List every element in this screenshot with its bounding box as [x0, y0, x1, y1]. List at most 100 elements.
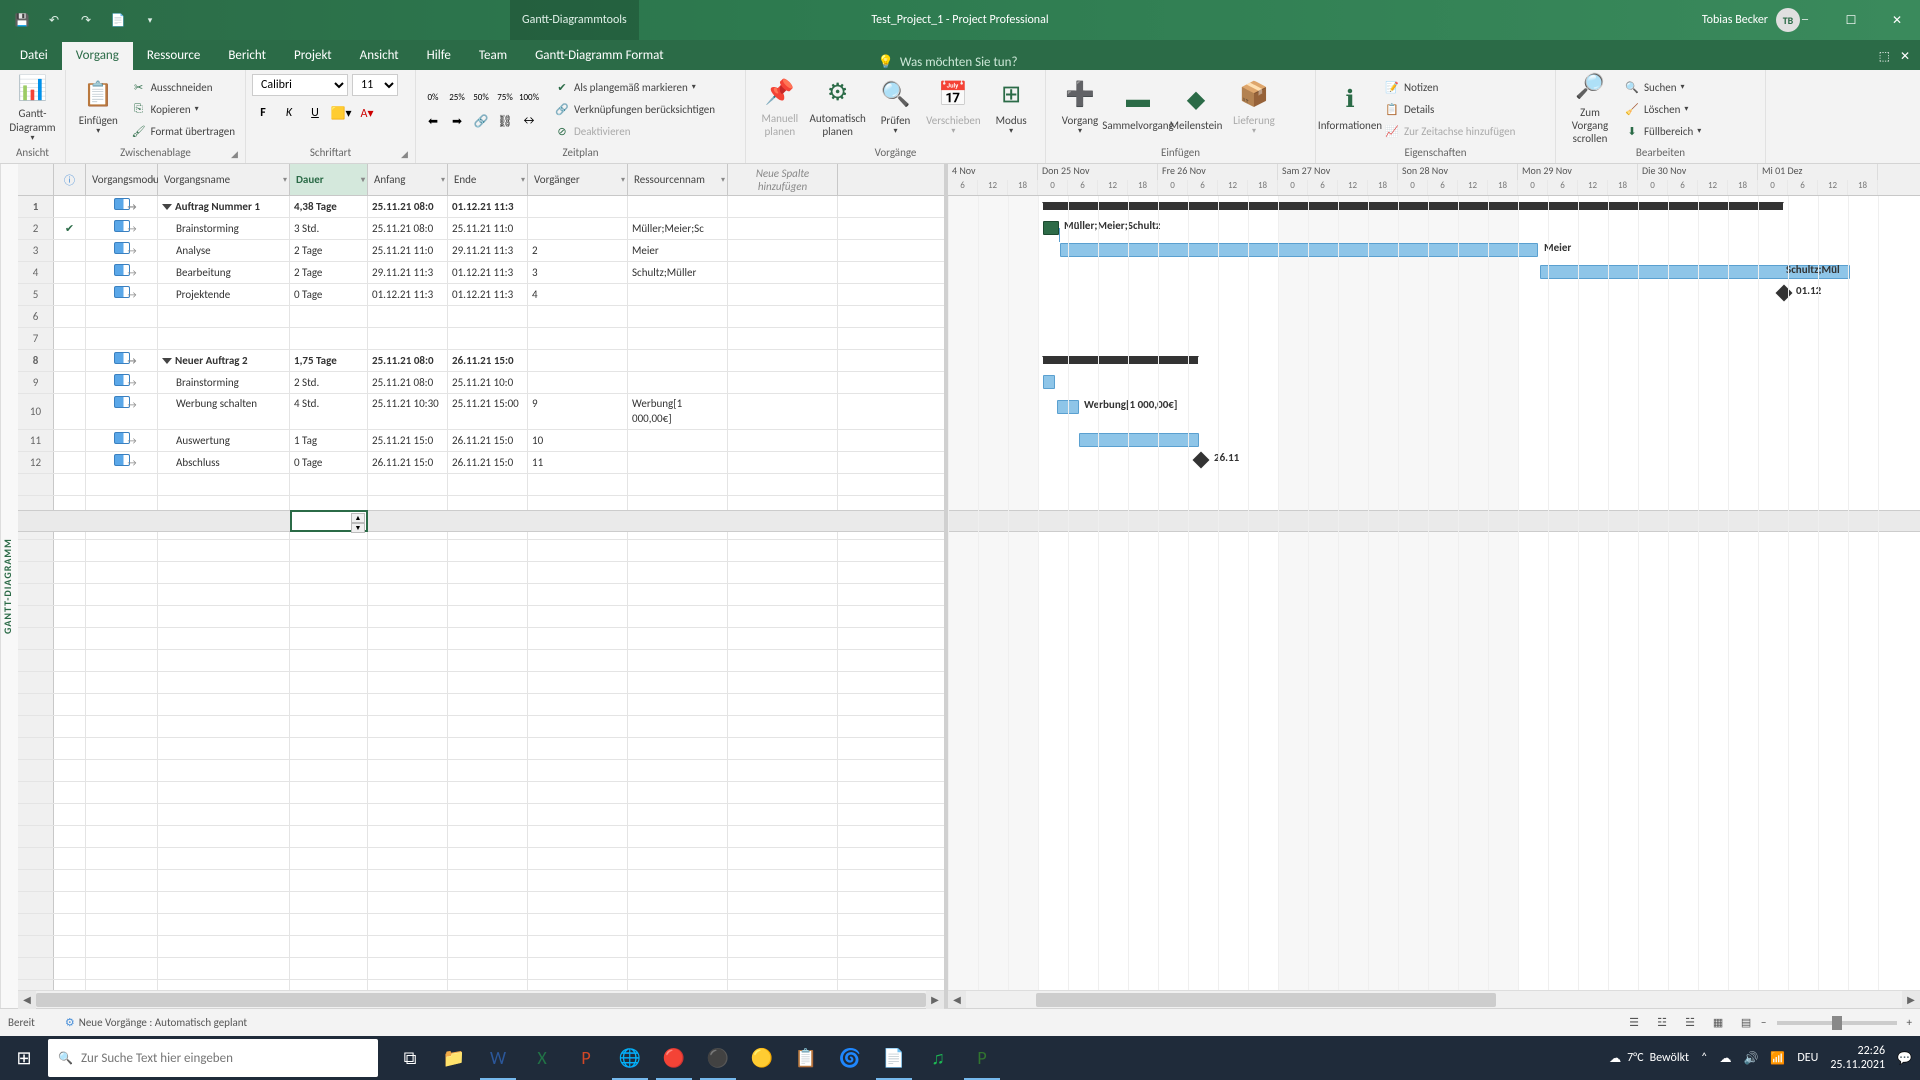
chevron-down-icon[interactable]: ▾ — [361, 175, 365, 185]
zoom-out-icon[interactable]: − — [1761, 1016, 1766, 1029]
gantt-milestone[interactable] — [1776, 285, 1793, 302]
notepad-icon[interactable]: 📄 — [872, 1036, 916, 1080]
gantt-milestone[interactable] — [1193, 452, 1210, 469]
view-sheet-icon[interactable]: ▦ — [1705, 1012, 1731, 1034]
table-row[interactable] — [18, 562, 944, 584]
name-column-header[interactable]: Vorgangsname▾ — [158, 164, 290, 195]
copy-button[interactable]: ⎘Kopieren▾ — [127, 99, 239, 119]
selected-cell[interactable]: ▲ ▼ — [290, 510, 368, 532]
doc-icon[interactable]: 📄 — [106, 8, 130, 32]
find-button[interactable]: 🔍Suchen▾ — [1620, 77, 1705, 97]
scroll-to-task-button[interactable]: 🔎Zum Vorgang scrollen — [1562, 72, 1618, 146]
table-row[interactable] — [18, 848, 944, 870]
table-row[interactable] — [18, 738, 944, 760]
font-size-select[interactable]: 11 — [352, 74, 398, 96]
window-close-pane-icon[interactable]: ✕ — [1900, 49, 1910, 64]
maximize-button[interactable]: ☐ — [1828, 0, 1874, 40]
chevron-down-icon[interactable]: ▾ — [721, 175, 725, 185]
table-row[interactable]: 4Bearbeitung2 Tage29.11.21 11:301.12.21 … — [18, 262, 944, 284]
edge2-icon[interactable]: 🌀 — [828, 1036, 872, 1080]
onedrive-icon[interactable]: ☁ — [1719, 1051, 1731, 1066]
chevron-down-icon[interactable]: ▾ — [521, 175, 525, 185]
table-row[interactable]: 2✔Brainstorming3 Std.25.11.21 08:025.11.… — [18, 218, 944, 240]
tab-report[interactable]: Bericht — [214, 42, 280, 70]
edge-icon[interactable]: 🌐 — [608, 1036, 652, 1080]
add-column-header[interactable]: Neue Spalte hinzufügen — [728, 164, 838, 195]
tray-chevron-icon[interactable]: ˄ — [1701, 1051, 1707, 1065]
save-icon[interactable]: 💾 — [10, 8, 34, 32]
fill-button[interactable]: ⬇Füllbereich▾ — [1620, 121, 1705, 141]
clock[interactable]: 22:26 25.11.2021 — [1830, 1044, 1885, 1073]
pct0-button[interactable]: 0% — [422, 86, 444, 108]
gantt-task-bar[interactable] — [1079, 433, 1199, 447]
notes-button[interactable]: 📝Notizen — [1380, 77, 1519, 97]
table-row[interactable]: 6 — [18, 306, 944, 328]
table-row[interactable]: 3Analyse2 Tage25.11.21 11:029.11.21 11:3… — [18, 240, 944, 262]
undo-icon[interactable]: ↶ — [42, 8, 66, 32]
mark-ontrack-button[interactable]: ✔Als plangemäß markieren▾ — [550, 77, 719, 97]
gantt-task-bar[interactable] — [1060, 243, 1538, 257]
table-row[interactable]: 12Abschluss0 Tage26.11.21 15:026.11.21 1… — [18, 452, 944, 474]
underline-button[interactable]: U — [304, 102, 326, 124]
view-usage-icon[interactable]: ☳ — [1649, 1012, 1675, 1034]
table-row[interactable]: 5Projektende0 Tage01.12.21 11:301.12.21 … — [18, 284, 944, 306]
clear-button[interactable]: 🧹Löschen▾ — [1620, 99, 1705, 119]
insert-summary-button[interactable]: ▬Sammelvorgang — [1110, 72, 1166, 146]
qat-customize-icon[interactable]: ▾ — [138, 8, 162, 32]
task-view-icon[interactable]: ⧉ — [388, 1036, 432, 1080]
zoom-thumb[interactable] — [1832, 1016, 1842, 1030]
pct100-button[interactable]: 100% — [518, 86, 540, 108]
clipboard-launcher-icon[interactable]: ◢ — [231, 149, 243, 161]
pct75-button[interactable]: 75% — [494, 86, 516, 108]
powerpoint-icon[interactable]: P — [564, 1036, 608, 1080]
manual-schedule-button[interactable]: 📌Manuell planen — [752, 72, 808, 146]
view-team-icon[interactable]: ☱ — [1677, 1012, 1703, 1034]
tab-view[interactable]: Ansicht — [346, 42, 413, 70]
gantt-view-button[interactable]: 📊Gantt-Diagramm▾ — [6, 72, 59, 146]
details-button[interactable]: 📋Details — [1380, 99, 1519, 119]
split-button[interactable]: ↔ — [518, 110, 540, 132]
minimize-button[interactable]: ─ — [1782, 0, 1828, 40]
zoom-slider[interactable] — [1777, 1021, 1897, 1025]
table-row[interactable] — [18, 628, 944, 650]
redo-icon[interactable]: ↷ — [74, 8, 98, 32]
tab-format[interactable]: Gantt-Diagramm Format — [521, 42, 678, 70]
table-row[interactable] — [18, 716, 944, 738]
table-row[interactable] — [18, 672, 944, 694]
table-row[interactable] — [18, 760, 944, 782]
unlink-button[interactable]: ⛓ — [494, 110, 516, 132]
hscroll-right-icon[interactable]: ▶ — [926, 991, 944, 1009]
pct25-button[interactable]: 25% — [446, 86, 468, 108]
status-schedule-mode[interactable]: Neue Vorgänge : Automatisch geplant — [79, 1016, 247, 1029]
gantt-task-bar[interactable] — [1043, 221, 1059, 235]
gantt-hscroll-right-icon[interactable]: ▶ — [1902, 991, 1920, 1009]
language-indicator[interactable]: DEU — [1797, 1051, 1818, 1065]
gantt-summary-bar[interactable] — [1043, 202, 1783, 210]
close-button[interactable]: ✕ — [1874, 0, 1920, 40]
taskbar-search-input[interactable] — [81, 1051, 368, 1066]
chevron-down-icon[interactable]: ▾ — [151, 175, 155, 185]
hscroll-left-icon[interactable]: ◀ — [18, 991, 36, 1009]
grid-scrollbar-thumb[interactable] — [36, 993, 926, 1007]
table-row[interactable] — [18, 936, 944, 958]
msproject-icon[interactable]: P — [960, 1036, 1004, 1080]
table-row[interactable]: 10Werbung schalten4 Std.25.11.21 10:3025… — [18, 394, 944, 430]
excel-icon[interactable]: X — [520, 1036, 564, 1080]
chevron-down-icon[interactable]: ▾ — [441, 175, 445, 185]
wifi-icon[interactable]: 📶 — [1770, 1051, 1785, 1066]
view-side-label[interactable]: GANTT-DIAGRAMM — [0, 164, 18, 1008]
word-icon[interactable]: W — [476, 1036, 520, 1080]
pred-column-header[interactable]: Vorgänger▾ — [528, 164, 628, 195]
zoom-in-icon[interactable]: + — [1907, 1016, 1912, 1029]
mode-column-header[interactable]: Vorgangsmodus▾ — [86, 164, 158, 195]
table-row[interactable] — [18, 540, 944, 562]
app2-icon[interactable]: 📋 — [784, 1036, 828, 1080]
view-report-icon[interactable]: ▤ — [1733, 1012, 1759, 1034]
insert-task-button[interactable]: ➕Vorgang▾ — [1052, 72, 1108, 146]
font-launcher-icon[interactable]: ◢ — [401, 149, 413, 161]
table-row[interactable] — [18, 826, 944, 848]
gantt-summary-bar[interactable] — [1043, 356, 1198, 364]
fill-color-button[interactable]: 🟨▾ — [330, 102, 352, 124]
outdent-button[interactable]: ⬅ — [422, 110, 444, 132]
table-row[interactable] — [18, 474, 944, 496]
